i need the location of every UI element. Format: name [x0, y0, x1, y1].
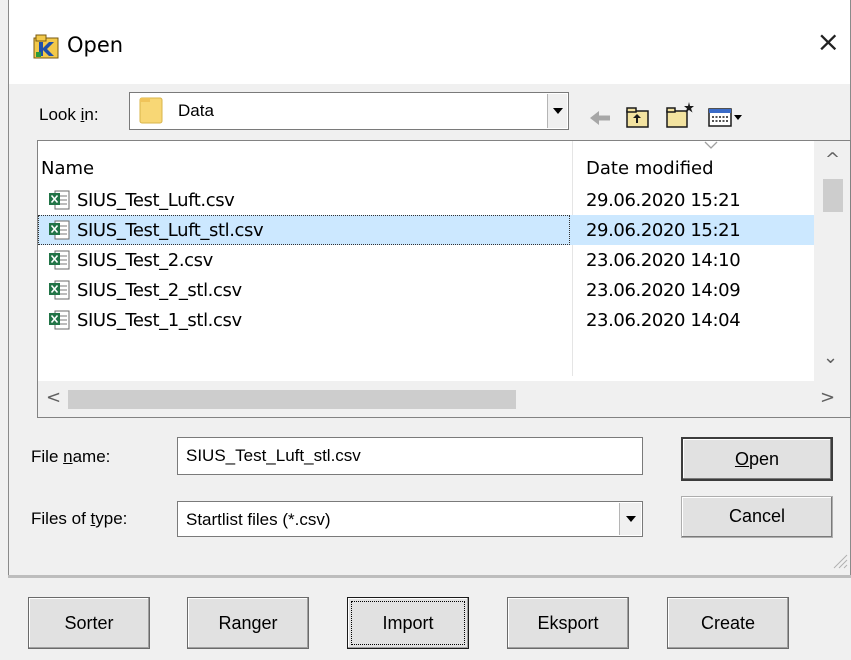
column-header-name[interactable]: Name [41, 158, 94, 179]
file-name-cell: SIUS_Test_2.csv [38, 245, 570, 275]
dialog-title: Open [67, 33, 124, 57]
eksport-button[interactable]: Eksport [507, 597, 629, 649]
excel-csv-file-icon [49, 220, 70, 240]
file-date-text: 29.06.2020 15:21 [586, 190, 741, 211]
file-name-text: SIUS_Test_1_stl.csv [77, 310, 242, 331]
file-date-text: 23.06.2020 14:10 [586, 250, 741, 271]
file-name-label: File name: [31, 447, 111, 466]
create-button[interactable]: Create [667, 597, 789, 649]
file-list-header: Name Date modified [38, 141, 814, 376]
file-row[interactable]: SIUS_Test_1_stl.csv 23.06.2020 14:04 [38, 305, 814, 335]
chevron-down-icon [552, 108, 563, 114]
horizontal-scroll-thumb[interactable] [68, 390, 516, 409]
file-type-value: Startlist files (*.csv) [186, 510, 331, 529]
file-date-text: 23.06.2020 14:09 [586, 280, 741, 301]
excel-csv-file-icon [49, 250, 70, 270]
look-in-value: Data [178, 101, 214, 120]
dialog-shadow [8, 575, 851, 578]
file-row[interactable]: SIUS_Test_Luft.csv 29.06.2020 15:21 [38, 185, 814, 215]
back-arrow-icon[interactable] [587, 106, 613, 130]
scroll-right-icon[interactable]: > [820, 387, 835, 408]
chevron-down-icon [625, 516, 636, 522]
scroll-down-icon[interactable]: ⌄ [823, 347, 838, 368]
app-icon [33, 34, 59, 59]
scroll-left-icon[interactable]: < [46, 387, 61, 408]
import-button[interactable]: Import [347, 597, 469, 649]
view-menu-icon[interactable] [707, 106, 745, 130]
file-type-dropdown-button[interactable] [619, 503, 641, 535]
open-button[interactable]: Open [681, 437, 833, 481]
file-date-text: 23.06.2020 14:04 [586, 310, 741, 331]
file-name-text: SIUS_Test_Luft_stl.csv [77, 220, 264, 241]
file-type-label: Files of type: [31, 509, 128, 528]
vertical-scroll-thumb[interactable] [823, 179, 843, 212]
file-type-select[interactable]: Startlist files (*.csv) [177, 501, 643, 537]
cancel-button[interactable]: Cancel [681, 496, 833, 538]
folder-icon [139, 97, 163, 124]
open-dialog: Open × Look in: Data Name Date modified … [8, 0, 851, 575]
file-list[interactable]: Name Date modified SIUS_Test_Luft.csv 29.… [37, 140, 851, 418]
close-icon[interactable]: × [817, 28, 840, 56]
excel-csv-file-icon [49, 280, 70, 300]
sorter-button[interactable]: Sorter [28, 597, 150, 649]
excel-csv-file-icon [49, 190, 70, 210]
file-row[interactable]: SIUS_Test_2.csv 23.06.2020 14:10 [38, 245, 814, 275]
excel-csv-file-icon [49, 310, 70, 330]
look-in-label: Look in: [39, 105, 99, 124]
resize-grip-icon[interactable] [830, 551, 848, 569]
up-folder-icon[interactable] [625, 106, 651, 130]
look-in-dropdown-button[interactable] [547, 94, 567, 128]
file-date-text: 29.06.2020 15:21 [586, 220, 741, 241]
file-name-text: SIUS_Test_2.csv [77, 250, 213, 271]
file-name-cell: SIUS_Test_Luft.csv [38, 185, 570, 215]
scroll-up-icon[interactable]: ^ [825, 149, 840, 170]
file-name-text: SIUS_Test_2_stl.csv [77, 280, 242, 301]
ranger-button[interactable]: Ranger [187, 597, 309, 649]
vertical-scrollbar[interactable]: ^ ⌄ [814, 141, 850, 381]
file-row[interactable]: SIUS_Test_2_stl.csv 23.06.2020 14:09 [38, 275, 814, 305]
column-header-date[interactable]: Date modified [586, 158, 714, 179]
file-row[interactable]: SIUS_Test_Luft_stl.csv 29.06.2020 15:21 [38, 215, 814, 245]
file-name-cell: SIUS_Test_2_stl.csv [38, 275, 570, 305]
file-name-text: SIUS_Test_Luft.csv [77, 190, 235, 211]
look-in-select[interactable]: Data [129, 92, 569, 130]
file-name-cell: SIUS_Test_1_stl.csv [38, 305, 570, 335]
title-bar: Open × [9, 0, 850, 84]
horizontal-scrollbar[interactable]: < > [38, 381, 850, 417]
file-name-input[interactable] [177, 437, 643, 475]
file-name-cell: SIUS_Test_Luft_stl.csv [38, 215, 570, 245]
sort-chevron-icon [704, 141, 718, 149]
new-folder-icon[interactable] [665, 100, 697, 130]
